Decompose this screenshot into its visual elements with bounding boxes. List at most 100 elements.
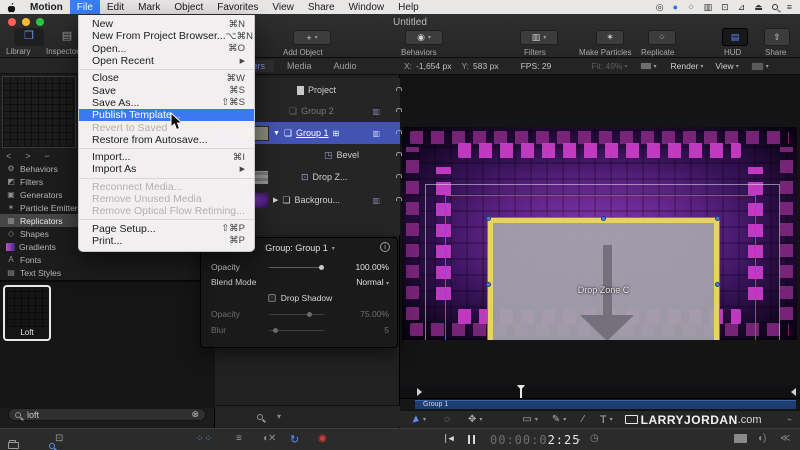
timeline-options-icon[interactable]: ⌁: [787, 415, 792, 424]
minimize-window-button[interactable]: [22, 18, 30, 26]
frame-icon[interactable]: ⊡: [55, 433, 63, 444]
display-output-icon[interactable]: [734, 434, 747, 443]
tab-inspector[interactable]: Inspector: [46, 47, 79, 56]
tab-audio[interactable]: Audio: [325, 60, 366, 72]
tab-library[interactable]: Library: [6, 47, 30, 56]
status-dot-icon[interactable]: ●: [673, 2, 678, 12]
playhead-flag[interactable]: [517, 385, 525, 390]
blend-icon[interactable]: ▥: [372, 129, 380, 138]
displays-icon[interactable]: ▥: [704, 2, 713, 13]
share-button[interactable]: ⇧: [764, 28, 790, 46]
mini-timeline[interactable]: [400, 385, 800, 399]
menu-item-close[interactable]: Close⌘W: [79, 72, 254, 84]
clear-search-icon[interactable]: ⊗: [191, 409, 199, 420]
menu-item-new[interactable]: New⌘N: [79, 18, 254, 30]
menu-item-open[interactable]: Open...⌘O: [79, 43, 254, 55]
folder-icon[interactable]: [8, 442, 19, 449]
line-tool-icon[interactable]: ∕: [582, 414, 584, 425]
selection-handle[interactable]: [486, 216, 491, 221]
opacity-slider[interactable]: [269, 267, 324, 268]
selection-handle[interactable]: [601, 216, 606, 221]
hud-panel[interactable]: Group: Group 1 ▾ i Opacity 100.00% Blend…: [200, 237, 398, 348]
render-menu[interactable]: Render: [671, 61, 699, 71]
timecode[interactable]: 00:00:02:25: [490, 433, 580, 447]
drop-zone[interactable]: Drop Zone C: [488, 218, 719, 340]
library-tab-icon[interactable]: ❒: [14, 28, 44, 46]
timeline-group-bar[interactable]: Group 1: [415, 400, 796, 409]
menu-item-import[interactable]: Import...⌘I: [79, 151, 254, 163]
library-search-field[interactable]: ⊗: [8, 408, 206, 421]
hand-tool-icon[interactable]: ✥: [468, 414, 476, 425]
hud-button[interactable]: ▤: [722, 28, 748, 46]
add-object-button[interactable]: +▾: [293, 30, 331, 45]
zoom-window-button[interactable]: [36, 18, 44, 26]
close-window-button[interactable]: [8, 18, 16, 26]
blend-mode-value[interactable]: Normal ▾: [356, 277, 389, 287]
apple-menu[interactable]: [0, 0, 23, 14]
menu-mark[interactable]: Mark: [131, 0, 167, 14]
layers-filter-icon[interactable]: ▾: [277, 412, 281, 421]
info-icon[interactable]: i: [380, 242, 390, 252]
disclosure-closed-icon[interactable]: ▶: [273, 196, 278, 204]
nav-forward-button[interactable]: >: [25, 151, 30, 161]
canvas[interactable]: Drop Zone C: [400, 75, 800, 385]
app-status-icon[interactable]: ⁘: [687, 2, 695, 13]
nav-minus-button[interactable]: −: [45, 151, 50, 161]
display-mode-icon[interactable]: [751, 62, 764, 71]
spotlight-icon[interactable]: [772, 4, 778, 10]
blend-icon[interactable]: ▥: [372, 107, 380, 116]
menu-item-import-as[interactable]: Import As▶: [79, 163, 254, 175]
clock-icon[interactable]: ◷: [590, 433, 599, 444]
blend-icon[interactable]: ▥: [372, 196, 380, 205]
tab-media[interactable]: Media: [278, 60, 321, 72]
layers-search-icon[interactable]: [257, 414, 263, 420]
mute-icon[interactable]: ◖✕: [262, 433, 276, 444]
in-point-marker[interactable]: [417, 388, 422, 396]
loop-range-icon[interactable]: ≪: [780, 433, 790, 444]
airplay-icon[interactable]: ⊿: [738, 2, 746, 13]
disclosure-open-icon[interactable]: ▼: [273, 130, 280, 137]
fit-dropdown[interactable]: Fit: 49%: [591, 61, 622, 71]
opacity-value[interactable]: 100.00%: [355, 262, 389, 272]
nav-back-button[interactable]: <: [6, 151, 11, 161]
speaker-icon[interactable]: ◖): [757, 433, 766, 444]
menu-window[interactable]: Window: [342, 0, 392, 14]
channel-swatch[interactable]: [640, 62, 652, 70]
menu-item-page-setup[interactable]: Page Setup...⇧⌘P: [79, 222, 254, 234]
make-particles-button[interactable]: ✶: [596, 30, 624, 45]
view-menu[interactable]: View: [715, 61, 733, 71]
menu-file[interactable]: File: [70, 0, 100, 14]
out-point-marker[interactable]: [791, 388, 796, 396]
record-icon[interactable]: ◉: [318, 433, 327, 444]
eject-icon[interactable]: ⏏: [754, 2, 763, 13]
screen-record-icon[interactable]: ◎: [656, 2, 664, 13]
menu-share[interactable]: Share: [301, 0, 342, 14]
previous-frame-button[interactable]: |◀: [443, 434, 454, 444]
loop-icon[interactable]: ↻: [290, 433, 299, 446]
menu-view[interactable]: View: [265, 0, 301, 14]
bezier-tool-icon[interactable]: ✎: [552, 414, 560, 425]
selection-handle[interactable]: [486, 282, 491, 287]
library-item-loft[interactable]: Loft: [3, 285, 51, 341]
selection-handle[interactable]: [715, 282, 720, 287]
menu-object[interactable]: Object: [167, 0, 210, 14]
grid-view-icon[interactable]: ⁘⁘: [196, 433, 213, 444]
menu-item-open-recent[interactable]: Open Recent▶: [79, 55, 254, 67]
rectangle-tool-icon[interactable]: ▭: [522, 414, 531, 425]
category-text-styles[interactable]: ▤Text Styles: [0, 266, 215, 279]
behaviors-button[interactable]: ◉▾: [405, 30, 443, 45]
filters-button[interactable]: ▥▾: [520, 30, 558, 45]
select-tool-icon[interactable]: [413, 415, 421, 424]
drop-shadow-checkbox[interactable]: [268, 294, 276, 302]
menu-item-save[interactable]: Save⌘S: [79, 84, 254, 96]
pause-button[interactable]: [468, 435, 475, 444]
lasso-tool-icon[interactable]: ◌: [444, 414, 450, 425]
menu-item-save-as[interactable]: Save As...⇧⌘S: [79, 97, 254, 109]
category-fonts[interactable]: AFonts: [0, 253, 215, 266]
menu-item-publish-template[interactable]: Publish Template...: [79, 109, 254, 121]
menu-motion[interactable]: Motion: [23, 0, 70, 14]
list-view-icon[interactable]: ≡: [236, 433, 242, 444]
menu-help[interactable]: Help: [391, 0, 426, 14]
menu-edit[interactable]: Edit: [100, 0, 131, 14]
menu-item-restore-autosave[interactable]: Restore from Autosave...: [79, 134, 254, 146]
